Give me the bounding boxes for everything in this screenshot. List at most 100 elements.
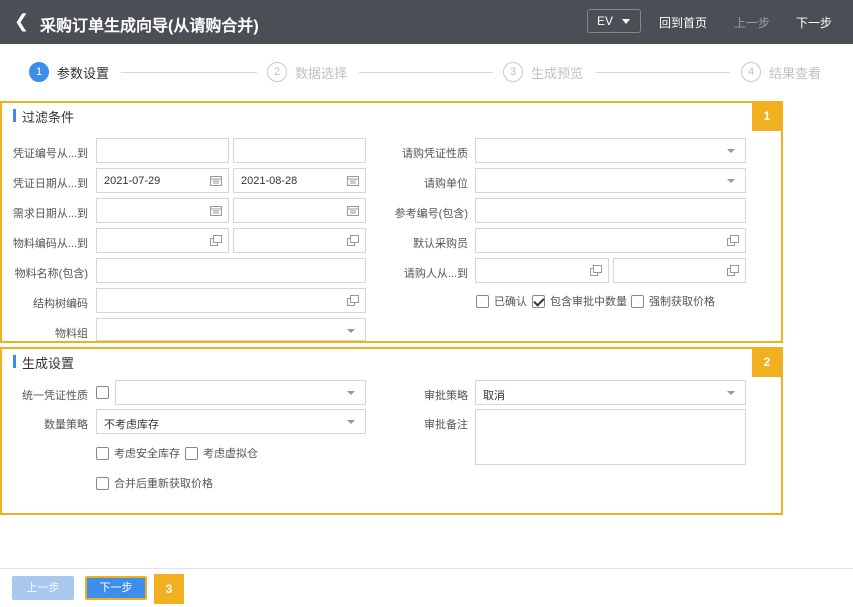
req-unit-label: 请购单位 [424, 178, 468, 190]
calendar-icon[interactable] [347, 205, 359, 216]
checkbox-box[interactable] [96, 476, 109, 490]
approval-strategy-label: 审批策略 [424, 390, 468, 402]
checkbox-box[interactable] [532, 294, 545, 308]
callout-badge-3: 3 [154, 574, 184, 604]
include-approving-checkbox[interactable]: 包含审批中数量 [532, 293, 627, 309]
force-price-checkbox[interactable]: 强制获取价格 [631, 293, 715, 309]
unified-voucher-type-select[interactable] [115, 380, 366, 405]
popup-select-icon[interactable] [590, 265, 602, 276]
field-value: 2021-07-29 [104, 175, 161, 187]
field-value: 取消 [483, 390, 505, 402]
callout-badge-1: 1 [752, 101, 782, 131]
popup-select-icon[interactable] [347, 235, 359, 246]
req-voucher-type-select[interactable] [475, 138, 746, 163]
callout-badge-2: 2 [752, 347, 782, 377]
virtual-warehouse-checkbox[interactable]: 考虑虚拟仓 [185, 445, 258, 461]
step-number: 3 [503, 62, 523, 82]
dropdown-arrow-icon [727, 149, 735, 153]
next-button[interactable]: 下一步 [85, 576, 147, 600]
checkbox-box[interactable] [185, 446, 198, 460]
checkbox-label: 强制获取价格 [649, 296, 715, 308]
voucher-date-label: 凭证日期从...到 [12, 178, 88, 190]
demand-date-label: 需求日期从...到 [12, 208, 88, 220]
checkbox-box[interactable] [631, 294, 644, 308]
section-title: 过滤条件 [13, 107, 74, 126]
checkbox-label: 合并后重新获取价格 [114, 478, 213, 490]
unified-voucher-type-checkbox[interactable] [96, 386, 114, 399]
popup-select-icon[interactable] [727, 235, 739, 246]
prev-step-link[interactable]: 上一步 [734, 14, 770, 31]
requester-from-input[interactable] [475, 258, 609, 283]
step-number: 1 [29, 62, 49, 82]
footer-divider [0, 568, 853, 569]
voucher-no-to-input[interactable] [233, 138, 366, 163]
default-buyer-input[interactable] [475, 228, 746, 253]
step-3[interactable]: 3 生成预览 [503, 62, 583, 82]
requester-label: 请购人从...到 [403, 268, 468, 280]
page-title: 采购订单生成向导(从请购合并) [40, 18, 259, 35]
popup-select-icon[interactable] [347, 295, 359, 306]
caret-down-icon [622, 19, 630, 24]
material-name-label: 物料名称(包含) [14, 268, 88, 280]
home-link[interactable]: 回到首页 [659, 14, 707, 31]
dropdown-arrow-icon [347, 420, 355, 424]
confirmed-checkbox[interactable]: 已确认 [476, 293, 527, 309]
step-4[interactable]: 4 结果查看 [741, 62, 821, 82]
checkbox-box[interactable] [476, 294, 489, 308]
language-select[interactable]: EV [587, 9, 641, 33]
material-group-select[interactable] [96, 318, 366, 341]
step-label: 数据选择 [295, 65, 348, 81]
checkbox-label: 考虑虚拟仓 [203, 448, 258, 460]
checkbox-label: 包含审批中数量 [550, 296, 627, 308]
top-bar: ❮ 采购订单生成向导(从请购合并) EV 回到首页 上一步 下一步 [0, 0, 853, 44]
checkbox-label: 考虑安全库存 [114, 448, 180, 460]
prev-button[interactable]: 上一步 [12, 576, 74, 600]
wizard-steps: 1 参数设置 2 数据选择 3 生成预览 4 结果查看 [0, 54, 853, 90]
approval-note-label: 审批备注 [424, 419, 468, 431]
ref-no-input[interactable] [475, 198, 746, 223]
approval-strategy-select[interactable]: 取消 [475, 380, 746, 405]
step-label: 参数设置 [57, 65, 110, 81]
checkbox-box[interactable] [96, 446, 109, 460]
step-1[interactable]: 1 参数设置 [29, 62, 109, 82]
step-connector [359, 72, 493, 73]
checkbox-label: 已确认 [494, 296, 527, 308]
safety-stock-checkbox[interactable]: 考虑安全库存 [96, 445, 180, 461]
refetch-price-checkbox[interactable]: 合并后重新获取价格 [96, 475, 213, 491]
demand-date-from-input[interactable] [96, 198, 229, 223]
step-connector [596, 72, 730, 73]
checkbox-box[interactable] [96, 386, 109, 399]
step-number: 2 [267, 62, 287, 82]
step-2[interactable]: 2 数据选择 [267, 62, 347, 82]
popup-select-icon[interactable] [210, 235, 222, 246]
qty-strategy-select[interactable]: 不考虑库存 [96, 409, 366, 434]
voucher-no-label: 凭证编号从...到 [12, 148, 88, 160]
material-name-input[interactable] [96, 258, 366, 283]
material-code-to-input[interactable] [233, 228, 366, 253]
back-arrow-icon[interactable]: ❮ [14, 12, 29, 30]
calendar-icon[interactable] [210, 175, 222, 186]
dropdown-arrow-icon [727, 179, 735, 183]
material-group-label: 物料组 [55, 328, 88, 340]
requester-to-input[interactable] [613, 258, 746, 283]
voucher-no-from-input[interactable] [96, 138, 229, 163]
dropdown-arrow-icon [347, 329, 355, 333]
step-label: 结果查看 [769, 65, 822, 81]
calendar-icon[interactable] [210, 205, 222, 216]
voucher-date-from-input[interactable]: 2021-07-29 [96, 168, 229, 193]
next-step-link[interactable]: 下一步 [796, 14, 832, 31]
approval-note-textarea[interactable] [475, 409, 746, 465]
voucher-date-to-input[interactable]: 2021-08-28 [233, 168, 366, 193]
unified-voucher-type-label: 统一凭证性质 [22, 390, 88, 402]
req-unit-select[interactable] [475, 168, 746, 193]
dropdown-arrow-icon [727, 391, 735, 395]
language-select-value: EV [597, 14, 614, 28]
calendar-icon[interactable] [347, 175, 359, 186]
popup-select-icon[interactable] [727, 265, 739, 276]
step-label: 生成预览 [531, 65, 584, 81]
struct-code-input[interactable] [96, 288, 366, 313]
field-value: 2021-08-28 [241, 175, 298, 187]
material-code-from-input[interactable] [96, 228, 229, 253]
demand-date-to-input[interactable] [233, 198, 366, 223]
step-connector [121, 72, 257, 73]
